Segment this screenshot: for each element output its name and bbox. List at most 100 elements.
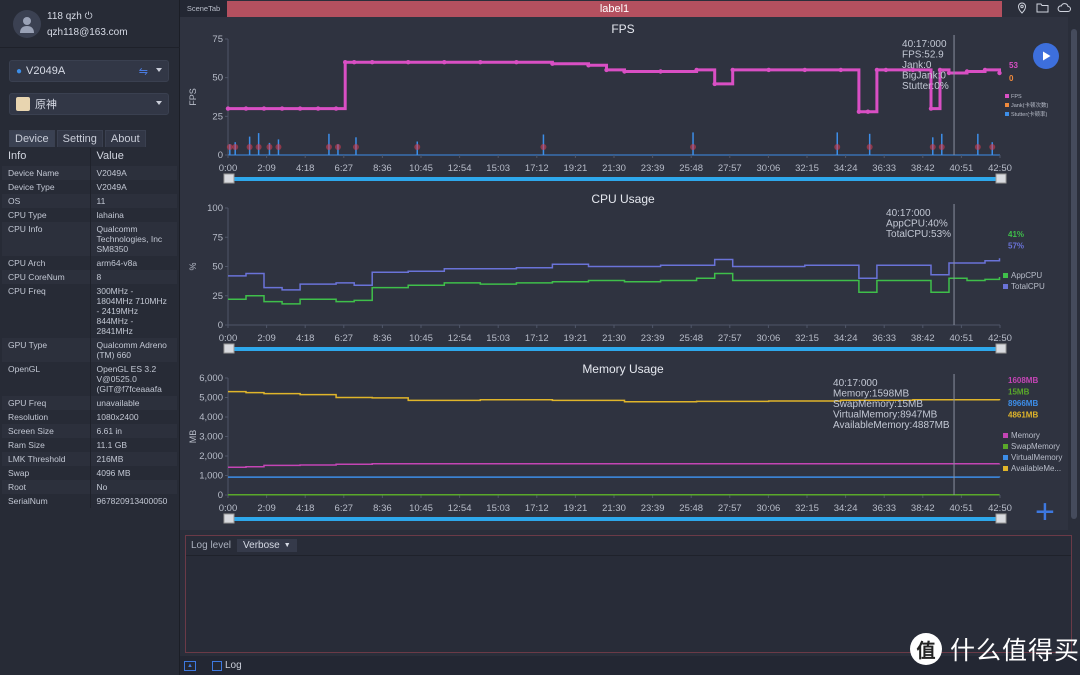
label-tab[interactable]: label1: [227, 1, 1002, 17]
table-row: CPU CoreNum 8: [2, 270, 177, 284]
legend-label[interactable]: Jank(卡顿次数): [1011, 101, 1048, 109]
expand-icon[interactable]: ▲: [184, 660, 196, 671]
user-icon: [20, 17, 34, 33]
info-value: 11.1 GB: [96, 440, 128, 450]
table-row: LMK Threshold 216MB: [2, 452, 177, 466]
x-tick-label: 32:15: [795, 333, 819, 344]
fps-point: [352, 60, 357, 65]
legend-swatch: [1003, 466, 1008, 471]
app-select[interactable]: 原神: [9, 93, 169, 115]
power-icon[interactable]: ⏻: [85, 11, 93, 22]
x-tick-label: 12:54: [448, 163, 472, 174]
x-tick-label: 8:36: [373, 163, 392, 174]
x-tick-label: 27:57: [718, 163, 742, 174]
legend-label[interactable]: Stutter(卡顿率): [1011, 110, 1048, 118]
jank-marker: [690, 144, 697, 150]
scene-tab[interactable]: SceneTab: [180, 0, 227, 17]
add-button[interactable]: +: [1035, 495, 1055, 529]
jank-marker: [232, 144, 239, 150]
link-icon[interactable]: ⇋: [139, 65, 148, 78]
tooltip-line: BigJank:0: [902, 71, 946, 82]
location-icon[interactable]: [1016, 2, 1028, 14]
fps-point: [946, 70, 952, 76]
info-key: CPU Freq: [2, 284, 91, 338]
tab-setting[interactable]: Setting: [56, 130, 103, 147]
range-slider-handle-right: [995, 343, 1007, 354]
y-tick-label: 5,000: [199, 393, 223, 404]
folder-icon[interactable]: [1036, 2, 1049, 14]
info-value: unavailable: [96, 398, 140, 408]
info-value: OpenGL ES 3.2 V@0525.0 (GIT@f7fceaaafa: [96, 364, 162, 394]
legend-label[interactable]: VirtualMemory: [1011, 453, 1062, 462]
tooltip-line: Memory:1598MB: [833, 389, 909, 400]
scrollbar-thumb[interactable]: [1071, 29, 1077, 519]
legend-label[interactable]: FPS: [1011, 94, 1022, 100]
jank-marker: [334, 144, 341, 150]
tab-about[interactable]: About: [104, 130, 146, 147]
x-tick-label: 34:24: [834, 333, 858, 344]
fps-point: [622, 69, 627, 74]
info-key: SerialNum: [2, 494, 91, 508]
legend-label[interactable]: AvailableMe...: [1011, 464, 1061, 473]
cloud-icon[interactable]: [1057, 2, 1071, 14]
legend-label[interactable]: AppCPU: [1011, 271, 1042, 280]
x-tick-label: 40:51: [950, 163, 974, 174]
fps-point: [964, 69, 970, 74]
device-select[interactable]: ● V2049A ⇋: [9, 60, 169, 82]
table-row: Resolution 1080x2400: [2, 410, 177, 424]
fps-point: [838, 67, 843, 73]
info-key: OpenGL: [2, 362, 91, 396]
y-tick-label: 100: [207, 203, 223, 214]
jank-marker: [414, 144, 421, 150]
y-tick-label: 25: [212, 111, 223, 122]
fps-point: [279, 106, 285, 111]
legend-label[interactable]: Memory: [1011, 431, 1040, 440]
x-tick-label: 42:50: [988, 163, 1012, 174]
fps-point: [406, 60, 411, 65]
x-tick-label: 0:00: [219, 333, 238, 344]
info-value: Qualcomm Technologies, Inc SM8350: [96, 224, 163, 254]
table-row: Device Name V2049A: [2, 166, 177, 180]
info-key: CPU CoreNum: [2, 270, 91, 284]
play-icon: [1043, 51, 1051, 61]
y-tick-label: 0: [218, 490, 223, 501]
jank-marker: [226, 144, 233, 150]
info-key: CPU Arch: [2, 256, 91, 270]
avatar[interactable]: [13, 10, 41, 38]
current-value-appcpu: 41%: [1008, 230, 1024, 239]
checkbox-icon[interactable]: [212, 660, 222, 671]
tab-device[interactable]: Device: [9, 130, 55, 147]
play-button[interactable]: [1033, 43, 1059, 69]
x-tick-label: 6:27: [335, 163, 354, 174]
jank-marker: [938, 144, 945, 150]
legend-swatch: [1003, 444, 1008, 449]
vertical-scrollbar[interactable]: [1068, 17, 1080, 530]
x-tick-label: 10:45: [409, 163, 433, 174]
x-tick-label: 15:03: [486, 333, 510, 344]
tooltip-line: 40:17:000: [902, 39, 947, 50]
legend-swatch: [1005, 103, 1009, 107]
jank-marker: [246, 144, 253, 150]
legend-label[interactable]: TotalCPU: [1011, 282, 1045, 291]
x-tick-label: 4:18: [296, 333, 315, 344]
info-value: 300MHz - 1804MHz 710MHz - 2419MHz 844MHz…: [96, 286, 167, 336]
x-tick-label: 27:57: [718, 503, 742, 514]
log-level-select[interactable]: Verbose ▼: [237, 539, 297, 552]
jank-marker: [989, 144, 996, 150]
info-key: Root: [2, 480, 91, 494]
x-tick-label: 34:24: [834, 503, 858, 514]
log-checkbox[interactable]: Log: [212, 660, 242, 671]
info-value: Qualcomm Adreno (TM) 660: [96, 340, 167, 360]
jank-marker: [325, 144, 332, 150]
x-tick-label: 30:06: [757, 163, 781, 174]
x-tick-label: 17:12: [525, 503, 549, 514]
legend-swatch: [1003, 284, 1008, 289]
info-value: 4096 MB: [96, 468, 131, 478]
x-tick-label: 10:45: [409, 333, 433, 344]
x-tick-label: 6:27: [335, 333, 354, 344]
info-key: CPU Info: [2, 222, 91, 256]
fps-point: [586, 63, 591, 68]
current-value-virtualmemory: 8966MB: [1008, 399, 1038, 408]
tooltip-line: FPS:52.9: [902, 50, 944, 61]
legend-label[interactable]: SwapMemory: [1011, 442, 1060, 451]
